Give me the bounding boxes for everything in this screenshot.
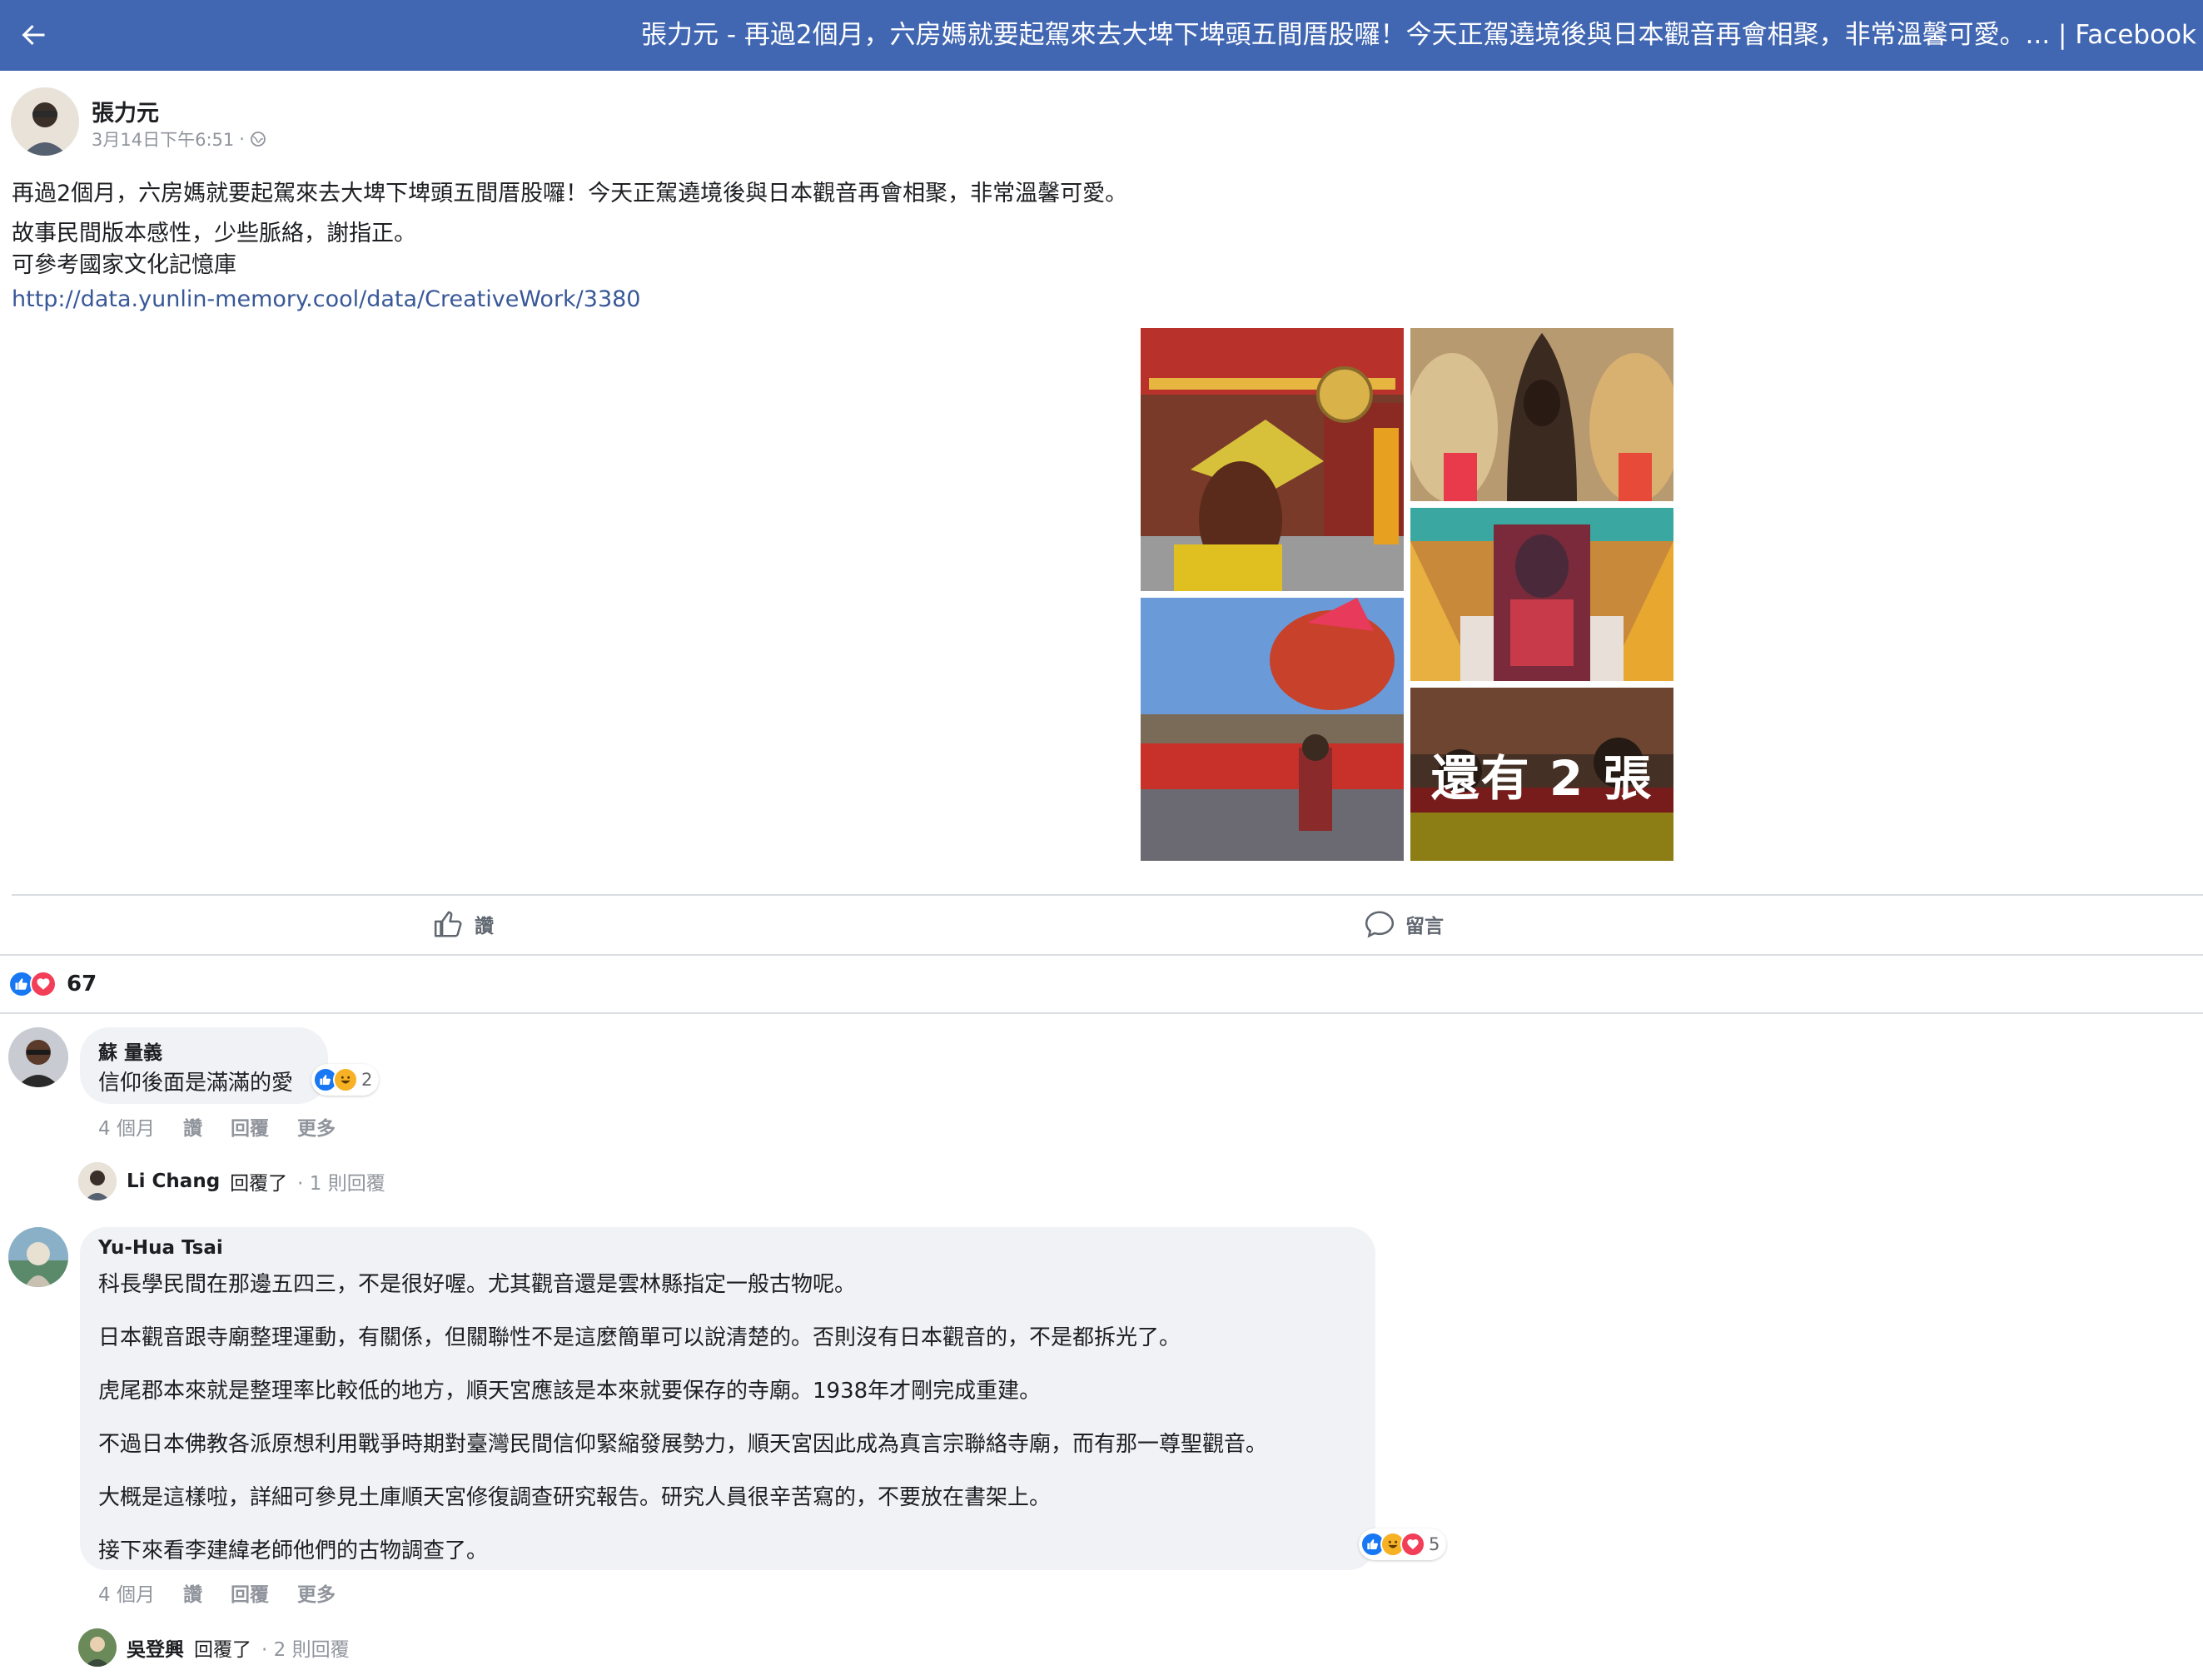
comment-actions: 4 個月 讚 回覆 更多 xyxy=(98,1112,336,1141)
like-button[interactable]: 讚 xyxy=(433,899,494,949)
divider xyxy=(0,954,2203,956)
view-replies-link[interactable]: 吳登興 回覆了 · 2 則回覆 xyxy=(78,1628,350,1667)
post-timestamp[interactable]: 3月14日下午6:51 xyxy=(92,127,234,152)
more-photos-label: 還有 2 張 xyxy=(1410,688,1673,861)
comment-button-label: 留言 xyxy=(1405,916,1444,937)
comment-text: 虎尾郡本來就是整理率比較低的地方，順天宮應該是本來就要保存的寺廟。1938年才剛… xyxy=(98,1379,1042,1404)
comment-reactions[interactable]: 2 xyxy=(311,1064,380,1096)
comment-reaction-count: 2 xyxy=(361,1070,373,1090)
commenter-avatar[interactable] xyxy=(8,1027,68,1087)
comment-more-button[interactable]: 更多 xyxy=(297,1578,336,1607)
comment-text: 大概是這樣啦，詳細可參見土庫順天宮修復調查研究報告。研究人員很辛苦寫的，不要放在… xyxy=(98,1485,1052,1510)
comment-time[interactable]: 4 個月 xyxy=(98,1112,155,1141)
comment-text: 接下來看李建緯老師他們的古物調查了。 xyxy=(98,1538,489,1563)
post-text-line: 故事民間版本感性，少些脈絡，謝指正。 xyxy=(12,221,416,246)
comment-text: 不過日本佛教各派原想利用戰爭時期對臺灣民間信仰緊縮發展勢力，順天宮因此成為真言宗… xyxy=(98,1432,1268,1457)
meta-separator: · xyxy=(239,129,245,149)
reply-avatar xyxy=(78,1628,117,1667)
divider xyxy=(12,894,2203,896)
comment-time[interactable]: 4 個月 xyxy=(98,1578,155,1607)
reactions-summary[interactable]: 67 xyxy=(8,967,97,1001)
comment-reply-button[interactable]: 回覆 xyxy=(231,1578,269,1607)
comment-like-button[interactable]: 讚 xyxy=(183,1578,202,1607)
commenter-name[interactable]: Yu-Hua Tsai xyxy=(98,1237,223,1259)
post-link[interactable]: http://data.yunlin-memory.cool/data/Crea… xyxy=(12,286,641,312)
love-icon xyxy=(1400,1532,1425,1557)
comment-reaction-count: 5 xyxy=(1429,1534,1440,1554)
like-button-label: 讚 xyxy=(475,916,494,937)
comment-reply-button[interactable]: 回覆 xyxy=(231,1112,269,1141)
photo-guanyin-statue[interactable] xyxy=(1410,328,1673,501)
comment-more-button[interactable]: 更多 xyxy=(297,1112,336,1141)
post-text-line: 可參考國家文化記憶庫 xyxy=(12,252,236,278)
love-icon xyxy=(30,971,57,997)
globe-icon xyxy=(251,132,266,147)
author-avatar[interactable] xyxy=(11,87,79,156)
commenter-name[interactable]: 蘇 量義 xyxy=(98,1036,162,1065)
reply-suffix: 回覆了 xyxy=(230,1173,288,1195)
reply-suffix: 回覆了 xyxy=(194,1639,251,1661)
reply-author: Li Chang xyxy=(127,1171,221,1192)
reply-author: 吳登興 xyxy=(127,1639,184,1661)
post-text-line: 再過2個月，六房媽就要起駕來去大埤下埤頭五間厝股囉！今天正駕遶境後與日本觀音再會… xyxy=(12,181,1128,206)
reply-avatar xyxy=(78,1162,117,1200)
reply-count: · 2 則回覆 xyxy=(261,1639,350,1661)
comment-text: 信仰後面是滿滿的愛 xyxy=(98,1071,294,1096)
thumbs-up-icon xyxy=(434,911,462,937)
photo-musician[interactable] xyxy=(1141,328,1404,591)
back-arrow-icon xyxy=(22,25,45,45)
comment-actions: 4 個月 讚 回覆 更多 xyxy=(98,1578,336,1607)
comment-reactions[interactable]: 5 xyxy=(1359,1528,1447,1560)
back-button[interactable] xyxy=(12,13,55,57)
comment-button[interactable]: 留言 xyxy=(1364,899,1444,949)
post-meta: 3月14日下午6:51 · xyxy=(92,127,266,152)
author-name[interactable]: 張力元 xyxy=(92,95,159,127)
reaction-count: 67 xyxy=(67,972,97,997)
comment-like-button[interactable]: 讚 xyxy=(183,1112,202,1141)
photo-procession[interactable] xyxy=(1141,598,1404,861)
comment-bubble-icon xyxy=(1365,911,1395,938)
haha-icon xyxy=(333,1067,358,1092)
photo-more[interactable]: 還有 2 張 xyxy=(1410,688,1673,861)
reply-count: · 1 則回覆 xyxy=(297,1173,385,1195)
view-replies-link[interactable]: Li Chang 回覆了 · 1 則回覆 xyxy=(78,1162,385,1200)
divider xyxy=(0,1012,2203,1014)
commenter-avatar[interactable] xyxy=(8,1227,68,1287)
photo-mazu-statue[interactable] xyxy=(1410,508,1673,681)
comment-text: 科長學民間在那邊五四三，不是很好喔。尤其觀音還是雲林縣指定一般古物呢。 xyxy=(98,1272,857,1297)
top-bar: 張力元 - 再過2個月，六房媽就要起駕來去大埤下埤頭五間厝股囉！今天正駕遶境後與… xyxy=(0,0,2203,71)
page-title: 張力元 - 再過2個月，六房媽就要起駕來去大埤下埤頭五間厝股囉！今天正駕遶境後與… xyxy=(641,20,2196,50)
comment-text: 日本觀音跟寺廟整理運動，有關係，但關聯性不是這麼簡單可以說清楚的。否則沒有日本觀… xyxy=(98,1325,1181,1350)
